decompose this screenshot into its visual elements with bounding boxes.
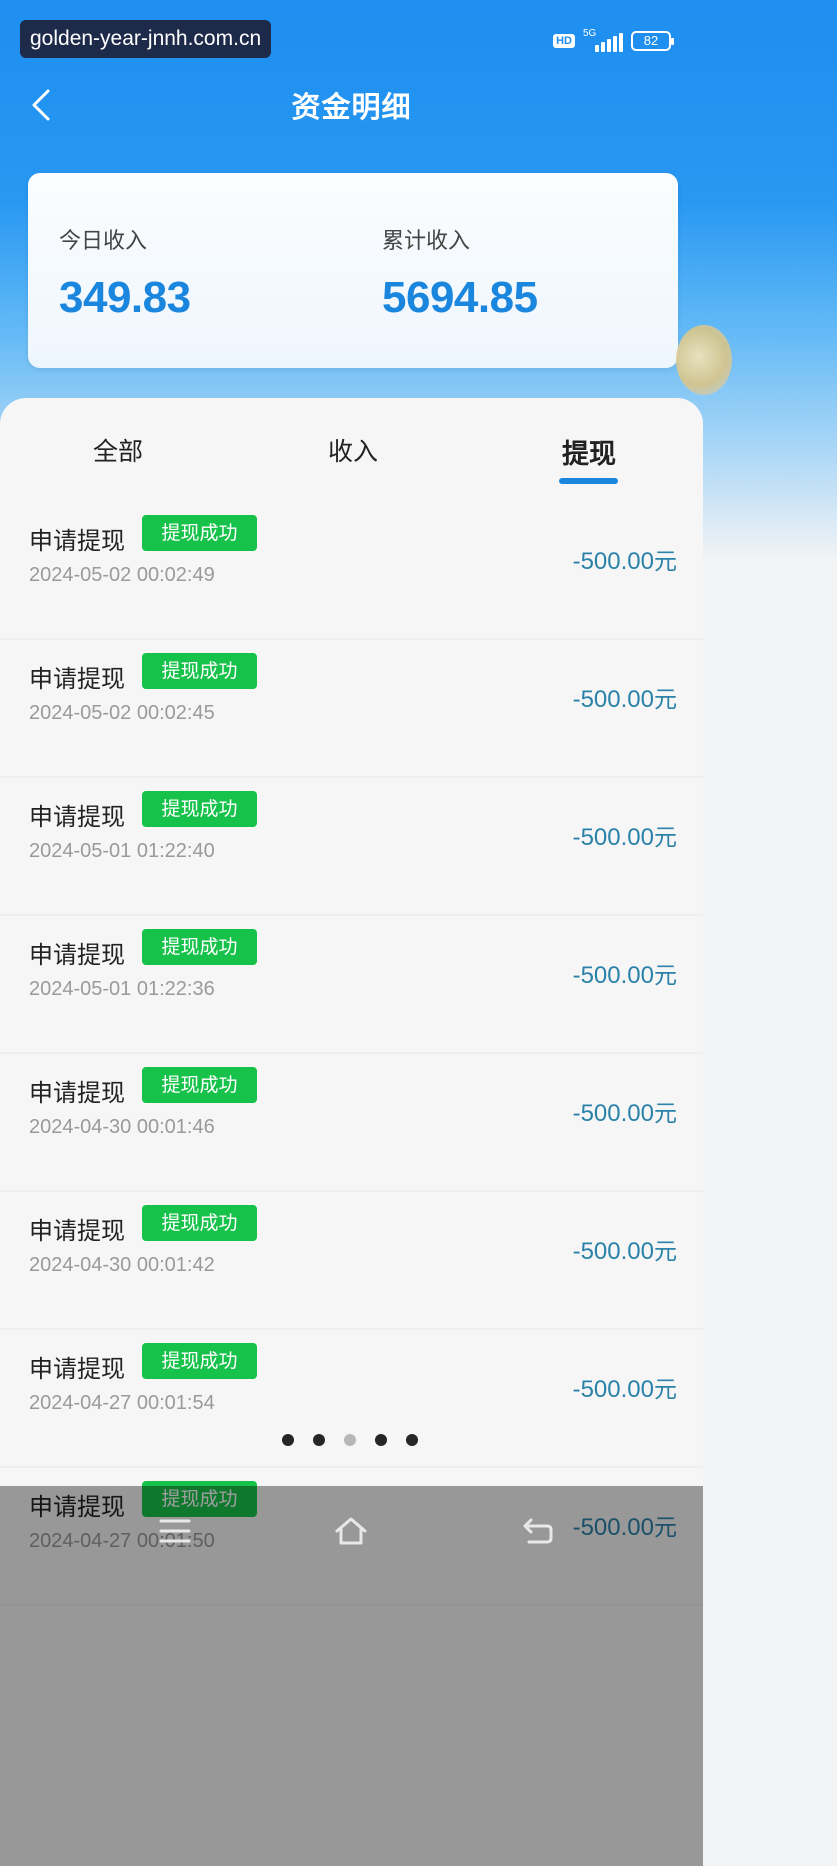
list-item[interactable]: 申请提现 提现成功 2024-04-30 00:01:42 -500.00元 (0, 1192, 703, 1330)
tab-income[interactable]: 收入 (328, 432, 378, 468)
transaction-title: 申请提现 (29, 665, 125, 693)
home-icon[interactable] (333, 1516, 367, 1546)
floating-bubble[interactable] (676, 325, 732, 395)
status-badge: 提现成功 (142, 929, 257, 965)
income-summary-card: 今日收入 349.83 累计收入 5694.85 (28, 173, 678, 368)
list-item[interactable]: 申请提现 提现成功 2024-05-02 00:02:45 -500.00元 (0, 640, 703, 778)
transaction-time: 2024-04-30 00:01:46 (29, 1116, 215, 1138)
list-item[interactable]: 申请提现 提现成功 2024-04-27 00:01:54 -500.00元 (0, 1330, 703, 1468)
pager-dot[interactable] (313, 1434, 325, 1446)
back-icon[interactable] (521, 1516, 555, 1546)
today-income-label: 今日收入 (59, 229, 148, 254)
list-item[interactable]: 申请提现 提现成功 2024-04-30 00:01:46 -500.00元 (0, 1054, 703, 1192)
transaction-amount: -500.00元 (572, 1376, 677, 1403)
transaction-title: 申请提现 (29, 1355, 125, 1383)
transaction-title: 申请提现 (29, 941, 125, 969)
total-income-label: 累计收入 (382, 229, 471, 254)
system-navigation-bar (0, 1486, 703, 1866)
transaction-amount: -500.00元 (572, 824, 677, 851)
page-title: 资金明细 (291, 90, 412, 124)
status-badge: 提现成功 (142, 515, 257, 551)
url-chip: golden-year-jnnh.com.cn (20, 20, 272, 58)
pager-dot-active[interactable] (344, 1434, 356, 1446)
list-item[interactable]: 申请提现 提现成功 2024-05-01 01:22:40 -500.00元 (0, 778, 703, 916)
pager-dot[interactable] (282, 1434, 294, 1446)
pager-dots (282, 1434, 418, 1446)
battery-icon: 82 (631, 31, 674, 51)
transaction-title: 申请提现 (29, 527, 125, 555)
transaction-time: 2024-05-01 01:22:36 (29, 978, 215, 1000)
transaction-amount: -500.00元 (572, 1238, 677, 1265)
pager-dot[interactable] (375, 1434, 387, 1446)
tab-all[interactable]: 全部 (93, 432, 143, 468)
today-income: 今日收入 349.83 (59, 223, 191, 323)
transaction-title: 申请提现 (29, 803, 125, 831)
list-item[interactable]: 申请提现 提现成功 2024-05-02 00:02:49 -500.00元 (0, 502, 703, 640)
transaction-title: 申请提现 (29, 1079, 125, 1107)
status-icons: HD 5G 82 (553, 28, 674, 52)
filter-tabs: 全部 收入 提现 (0, 398, 703, 502)
transaction-time: 2024-05-01 01:22:40 (29, 840, 215, 862)
tab-withdraw[interactable]: 提现 (562, 432, 616, 471)
menu-icon[interactable] (158, 1516, 192, 1546)
signal-icon: 5G (583, 28, 623, 52)
status-badge: 提现成功 (142, 1205, 257, 1241)
transaction-time: 2024-05-02 00:02:45 (29, 702, 215, 724)
hd-badge: HD (553, 34, 575, 48)
today-income-value: 349.83 (59, 273, 191, 322)
total-income-value: 5694.85 (382, 273, 538, 322)
active-tab-indicator (559, 478, 618, 484)
transaction-amount: -500.00元 (572, 1100, 677, 1127)
transaction-title: 申请提现 (29, 1217, 125, 1245)
transaction-time: 2024-04-27 00:01:54 (29, 1392, 215, 1414)
status-badge: 提现成功 (142, 1067, 257, 1103)
status-badge: 提现成功 (142, 653, 257, 689)
total-income: 累计收入 5694.85 (382, 223, 538, 323)
transaction-amount: -500.00元 (572, 962, 677, 989)
transaction-time: 2024-04-30 00:01:42 (29, 1254, 215, 1276)
transaction-amount: -500.00元 (572, 548, 677, 575)
status-badge: 提现成功 (142, 791, 257, 827)
status-badge: 提现成功 (142, 1343, 257, 1379)
transaction-time: 2024-05-02 00:02:49 (29, 564, 215, 586)
list-item[interactable]: 申请提现 提现成功 2024-05-01 01:22:36 -500.00元 (0, 916, 703, 1054)
pager-dot[interactable] (406, 1434, 418, 1446)
transaction-amount: -500.00元 (572, 686, 677, 713)
